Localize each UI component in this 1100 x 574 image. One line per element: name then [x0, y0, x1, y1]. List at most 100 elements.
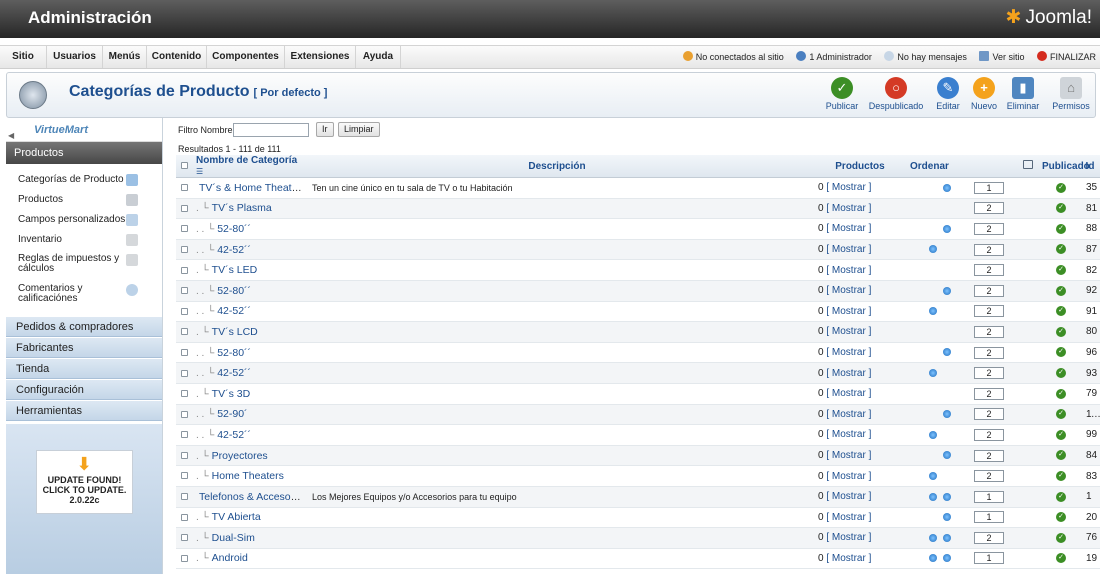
- update-button[interactable]: ⬇ UPDATE FOUND! CLICK TO UPDATE. 2.0.22c: [36, 450, 133, 514]
- sidebar-item-comentarios[interactable]: Comentarios y calificaciónes: [6, 284, 162, 316]
- filter-go-button[interactable]: Ir: [316, 122, 334, 137]
- order-input[interactable]: 2: [974, 367, 1004, 380]
- sidebar-section-productos[interactable]: Productos: [6, 142, 162, 164]
- row-checkbox[interactable]: [176, 218, 192, 240]
- row-checkbox[interactable]: [176, 301, 192, 323]
- menu-contenido[interactable]: Contenido: [147, 46, 207, 68]
- show-products-link[interactable]: [ Mostrar ]: [826, 347, 871, 358]
- menu-extensiones[interactable]: Extensiones: [285, 46, 356, 68]
- order-input[interactable]: 2: [974, 449, 1004, 462]
- category-name-link[interactable]: TV´s & Home Theaters: [199, 182, 304, 194]
- show-products-link[interactable]: [ Mostrar ]: [826, 223, 871, 234]
- show-products-link[interactable]: [ Mostrar ]: [826, 244, 871, 255]
- category-name-link[interactable]: TV´s Plasma: [212, 202, 272, 214]
- category-name-link[interactable]: 52-80´´: [217, 223, 251, 235]
- move-up-icon[interactable]: [929, 430, 937, 439]
- show-products-link[interactable]: [ Mostrar ]: [826, 265, 871, 276]
- col-header-published[interactable]: Publicado: [1042, 155, 1090, 178]
- row-checkbox[interactable]: [176, 404, 192, 426]
- order-input[interactable]: 2: [974, 305, 1004, 318]
- category-name-cell[interactable]: . └ TV´s 3D: [192, 383, 304, 405]
- category-name-cell[interactable]: . └ TV´s Plasma: [192, 198, 304, 220]
- category-name-cell[interactable]: . └ Android: [192, 548, 304, 570]
- view-site-link[interactable]: Ver sitio: [979, 51, 1024, 62]
- category-name-link[interactable]: 42-52´´: [217, 244, 251, 256]
- order-input[interactable]: 2: [974, 531, 1004, 544]
- show-products-link[interactable]: [ Mostrar ]: [826, 450, 871, 461]
- show-products-link[interactable]: [ Mostrar ]: [826, 285, 871, 296]
- joomla-logo[interactable]: ✱ Joomla!: [1006, 6, 1092, 29]
- order-input[interactable]: 2: [974, 243, 1004, 256]
- published-check-icon[interactable]: ✓: [1056, 512, 1066, 523]
- category-name-cell[interactable]: . . └ 42-52´´: [192, 239, 304, 261]
- move-up-icon[interactable]: [929, 554, 937, 563]
- category-name-cell[interactable]: . └ Home Theaters: [192, 465, 304, 487]
- order-input[interactable]: 2: [974, 325, 1004, 338]
- sidebar-nav-herramientas[interactable]: Herramientas: [6, 400, 162, 421]
- show-products-link[interactable]: [ Mostrar ]: [826, 491, 871, 502]
- sidebar-item-inventario[interactable]: Inventario: [6, 234, 162, 254]
- published-check-icon[interactable]: ✓: [1056, 388, 1066, 399]
- category-name-cell[interactable]: . . └ 52-80´´: [192, 342, 304, 364]
- sidebar-nav-configuracion[interactable]: Configuración: [6, 379, 162, 400]
- category-name-link[interactable]: 42-52´´: [217, 429, 251, 441]
- logout-link[interactable]: FINALIZAR: [1036, 51, 1096, 62]
- published-check-icon[interactable]: ✓: [1056, 470, 1066, 481]
- show-products-link[interactable]: [ Mostrar ]: [826, 368, 871, 379]
- order-input[interactable]: 2: [974, 408, 1004, 421]
- category-name-link[interactable]: Android: [212, 552, 248, 564]
- show-products-link[interactable]: [ Mostrar ]: [826, 532, 871, 543]
- col-header-name[interactable]: Nombre de Categoría ☰: [192, 155, 304, 178]
- show-products-link[interactable]: [ Mostrar ]: [826, 388, 871, 399]
- published-check-icon[interactable]: ✓: [1056, 368, 1066, 378]
- category-name-link[interactable]: 42-52´´: [217, 305, 251, 317]
- publish-button[interactable]: ✓ Publicar: [825, 77, 859, 111]
- category-name-link[interactable]: 42-52´´: [217, 367, 251, 379]
- show-products-link[interactable]: [ Mostrar ]: [826, 471, 871, 482]
- show-products-link[interactable]: [ Mostrar ]: [826, 203, 871, 214]
- published-check-icon[interactable]: ✓: [1056, 182, 1066, 193]
- sidebar-item-categorias[interactable]: Categorías de Producto: [6, 174, 162, 194]
- move-down-icon[interactable]: [943, 513, 951, 522]
- order-input[interactable]: 2: [974, 202, 1004, 215]
- published-check-icon[interactable]: ✓: [1056, 491, 1066, 502]
- category-name-cell[interactable]: . └ TV´s LED: [192, 259, 304, 281]
- category-name-link[interactable]: Home Theaters: [212, 470, 284, 482]
- row-checkbox[interactable]: [176, 342, 192, 364]
- published-check-icon[interactable]: ✓: [1056, 203, 1066, 214]
- published-check-icon[interactable]: ✓: [1056, 553, 1066, 564]
- published-check-icon[interactable]: ✓: [1056, 223, 1066, 234]
- category-name-link[interactable]: 52-80´´: [217, 347, 251, 359]
- published-check-icon[interactable]: ✓: [1056, 347, 1066, 358]
- category-name-cell[interactable]: TV´s & Home Theaters: [192, 177, 304, 199]
- row-checkbox[interactable]: [176, 424, 192, 446]
- col-header-description[interactable]: Descripción: [304, 155, 810, 178]
- category-name-link[interactable]: 52-90´: [217, 408, 247, 420]
- published-check-icon[interactable]: ✓: [1056, 429, 1066, 440]
- edit-button[interactable]: ✎ Editar: [933, 77, 963, 111]
- show-products-link[interactable]: [ Mostrar ]: [826, 306, 871, 317]
- sidebar-nav-pedidos[interactable]: Pedidos & compradores: [6, 316, 162, 337]
- sidebar-item-productos[interactable]: Productos: [6, 194, 162, 214]
- category-name-link[interactable]: TV´s 3D: [212, 388, 251, 400]
- show-products-link[interactable]: [ Mostrar ]: [826, 429, 871, 440]
- filter-reset-button[interactable]: Limpiar: [338, 122, 380, 137]
- row-checkbox[interactable]: [176, 198, 192, 220]
- published-check-icon[interactable]: ✓: [1056, 285, 1066, 296]
- unpublish-button[interactable]: ○ Despublicado: [865, 77, 927, 111]
- category-name-cell[interactable]: . . └ 52-90´: [192, 404, 304, 426]
- category-name-link[interactable]: 52-80´´: [217, 285, 251, 297]
- move-down-icon[interactable]: [943, 410, 951, 419]
- category-name-cell[interactable]: . └ Proyectores: [192, 445, 304, 467]
- row-checkbox[interactable]: [176, 548, 192, 570]
- menu-usuarios[interactable]: Usuarios: [47, 46, 103, 68]
- collapse-arrow-icon[interactable]: ◀: [8, 126, 14, 146]
- move-down-icon[interactable]: [943, 451, 951, 460]
- show-products-link[interactable]: [ Mostrar ]: [826, 182, 871, 193]
- show-products-link[interactable]: [ Mostrar ]: [826, 512, 871, 523]
- published-check-icon[interactable]: ✓: [1056, 450, 1066, 461]
- order-input[interactable]: 2: [974, 346, 1004, 359]
- move-down-icon[interactable]: [943, 224, 951, 233]
- menu-menus[interactable]: Menús: [103, 46, 147, 68]
- move-up-icon[interactable]: [929, 245, 937, 254]
